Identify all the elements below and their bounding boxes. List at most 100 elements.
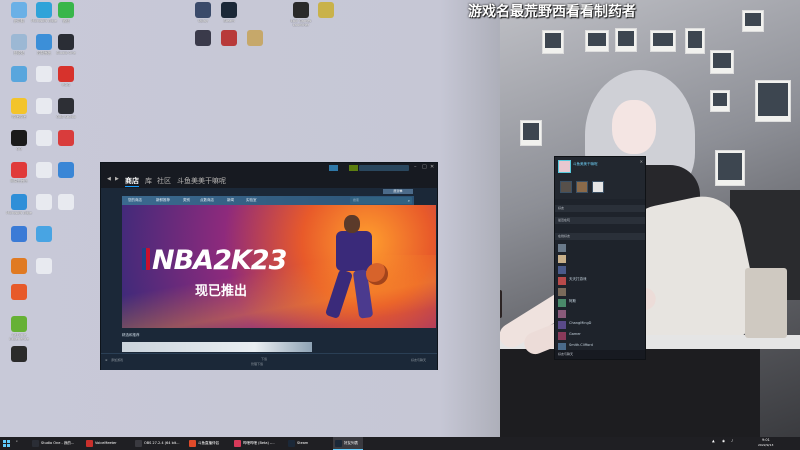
desktop-icon[interactable] bbox=[29, 226, 59, 251]
tab-library[interactable]: 库 bbox=[145, 176, 152, 186]
tab-community[interactable]: 社区 bbox=[157, 176, 171, 186]
search-icon[interactable]: ⌕ bbox=[16, 439, 18, 443]
add-game-button[interactable]: 添加游戏 bbox=[111, 358, 123, 362]
friend-avatar-mini[interactable] bbox=[592, 181, 604, 193]
app-icon bbox=[11, 98, 27, 114]
store-search-box[interactable]: 搜索 ⌕ bbox=[350, 197, 412, 204]
back-arrow-icon[interactable]: ◀ bbox=[107, 176, 111, 182]
desktop-icon[interactable] bbox=[51, 162, 81, 187]
app-icon bbox=[318, 2, 334, 18]
desktop-icon[interactable] bbox=[240, 30, 270, 55]
taskbar-item-label: VoiceMeeter bbox=[95, 441, 117, 445]
friend-avatar-mini[interactable] bbox=[576, 181, 588, 193]
menu-labs[interactable]: 实验室 bbox=[246, 198, 257, 203]
maximize-icon[interactable]: □ bbox=[422, 164, 427, 170]
desktop-icon[interactable]: Steam bbox=[214, 2, 244, 27]
online-section[interactable]: 在线好友 bbox=[555, 233, 645, 240]
close-icon[interactable]: ✕ bbox=[640, 159, 643, 164]
list-item[interactable]: Gamer bbox=[555, 331, 645, 341]
desktop-icon[interactable] bbox=[51, 194, 81, 219]
tab-store[interactable]: 商店 bbox=[125, 176, 139, 187]
tray-icon[interactable]: ▲ bbox=[712, 439, 715, 443]
featured-game-banner[interactable]: NBA2K23 现已推出 bbox=[122, 205, 436, 328]
friend-name: 天天打游戏 bbox=[569, 277, 587, 281]
taskbar-item[interactable]: 斗鱼直播伴侣 bbox=[187, 437, 230, 450]
steam-wallet-button[interactable] bbox=[349, 165, 358, 171]
friends-section[interactable]: 好友 bbox=[555, 205, 645, 212]
taskbar-item[interactable]: 好友列表 bbox=[333, 437, 363, 450]
wallpaper-table-base bbox=[500, 349, 760, 438]
featured-carousel[interactable] bbox=[122, 342, 312, 352]
app-icon bbox=[195, 30, 211, 46]
taskbar-item[interactable]: OBS 27.2.4 (64 bit... bbox=[133, 437, 185, 450]
friends-chat-button[interactable]: 好友与聊天 bbox=[411, 358, 426, 362]
friend-avatar-mini[interactable] bbox=[560, 181, 572, 193]
taskbar-item[interactable]: 哔哩哔哩 (Beta) -... bbox=[232, 437, 284, 450]
app-icon bbox=[86, 440, 93, 447]
steam-titlebar[interactable]: – □ ✕ bbox=[101, 163, 437, 173]
close-icon[interactable]: ✕ bbox=[430, 164, 434, 170]
list-item[interactable]: ChangMingD bbox=[555, 320, 645, 330]
taskbar-item[interactable]: VoiceMeeter bbox=[84, 437, 131, 450]
wallpaper-bag bbox=[745, 268, 787, 338]
desktop-icon[interactable]: 微信 bbox=[51, 2, 81, 27]
list-item[interactable] bbox=[555, 309, 645, 319]
steam-friends-window[interactable]: 斗鱼美美干嘛呢 ✕ 好友 最近在玩 在线好友 天天打游戏阿斯 ChangMingD… bbox=[554, 156, 646, 360]
taskbar-item[interactable]: Studio One - 我的... bbox=[30, 437, 82, 450]
list-item[interactable]: 阿斯 bbox=[555, 298, 645, 308]
tray-date[interactable]: 2022/9/13 bbox=[758, 443, 773, 447]
menu-new-noteworthy[interactable]: 新鲜推荐 bbox=[156, 198, 170, 203]
desktop-icon[interactable] bbox=[29, 258, 59, 283]
add-game-icon[interactable]: ⊕ bbox=[105, 358, 108, 362]
wishlist-button[interactable]: 愿望单 bbox=[383, 189, 413, 194]
list-item[interactable] bbox=[555, 287, 645, 297]
desktop-icon[interactable]: Studio One bbox=[51, 34, 81, 59]
menu-points-shop[interactable]: 点数商店 bbox=[200, 198, 214, 203]
steam-store-window[interactable]: – □ ✕ ◀ ▶ 商店 库 社区 斗鱼美美干嘛呢 愿望单 您的商店 新鲜推荐 … bbox=[100, 162, 438, 370]
recent-section[interactable]: 最近在玩 bbox=[555, 217, 645, 224]
app-icon bbox=[288, 440, 295, 447]
menu-your-store[interactable]: 您的商店 bbox=[128, 198, 142, 203]
forward-arrow-icon[interactable]: ▶ bbox=[115, 176, 119, 182]
app-icon bbox=[58, 34, 74, 50]
list-item[interactable]: 天天打游戏 bbox=[555, 276, 645, 286]
taskbar: ⌕ Studio One - 我的... VoiceMeeter OBS 27.2.… bbox=[0, 437, 800, 450]
minimize-icon[interactable]: – bbox=[414, 164, 417, 170]
list-item[interactable] bbox=[555, 254, 645, 264]
desktop-icon-label bbox=[4, 363, 34, 371]
manage-downloads-link[interactable]: 管理下载 bbox=[251, 362, 263, 366]
tray-time[interactable]: 9:01 bbox=[762, 438, 770, 442]
desktop-icon[interactable]: ROG bbox=[51, 66, 81, 91]
wallpaper-photo bbox=[542, 30, 564, 54]
list-item[interactable] bbox=[555, 243, 645, 253]
wallpaper-photo bbox=[520, 120, 542, 146]
downloads-button[interactable]: 下载 bbox=[261, 357, 267, 361]
menu-news[interactable]: 新闻 bbox=[227, 198, 234, 203]
app-icon bbox=[58, 162, 74, 178]
tab-user[interactable]: 斗鱼美美干嘛呢 bbox=[177, 176, 226, 186]
wallpaper-photo bbox=[710, 50, 734, 74]
list-item[interactable] bbox=[555, 265, 645, 275]
wallpaper-character-face bbox=[612, 100, 656, 154]
desktop-icon[interactable]: OBS Studio bbox=[51, 98, 81, 123]
start-icon[interactable] bbox=[3, 440, 10, 447]
wallpaper-photo bbox=[755, 80, 791, 122]
desktop-icon[interactable] bbox=[311, 2, 341, 27]
search-icon[interactable]: ⌕ bbox=[408, 198, 410, 203]
volume-icon[interactable]: ♪ bbox=[731, 439, 733, 443]
desktop-icon[interactable] bbox=[4, 284, 34, 309]
menu-categories[interactable]: 类别 bbox=[183, 198, 190, 203]
friends-bottom-bar[interactable]: 好友与聊天 bbox=[555, 350, 645, 359]
steam-notification-button[interactable] bbox=[329, 165, 338, 171]
desktop-icon[interactable] bbox=[51, 130, 81, 155]
app-icon bbox=[36, 258, 52, 274]
taskbar-item-label: Steam bbox=[297, 441, 309, 445]
app-icon bbox=[11, 34, 27, 50]
taskbar-item[interactable]: Steam bbox=[286, 437, 331, 450]
steam-account-menu[interactable] bbox=[359, 165, 409, 171]
friends-username[interactable]: 斗鱼美美干嘛呢 bbox=[573, 162, 598, 167]
desktop-icon[interactable]: GeForce Experience bbox=[4, 316, 34, 341]
network-icon[interactable]: ◉ bbox=[722, 439, 725, 443]
avatar[interactable] bbox=[558, 160, 571, 173]
desktop-icon[interactable] bbox=[4, 346, 34, 371]
